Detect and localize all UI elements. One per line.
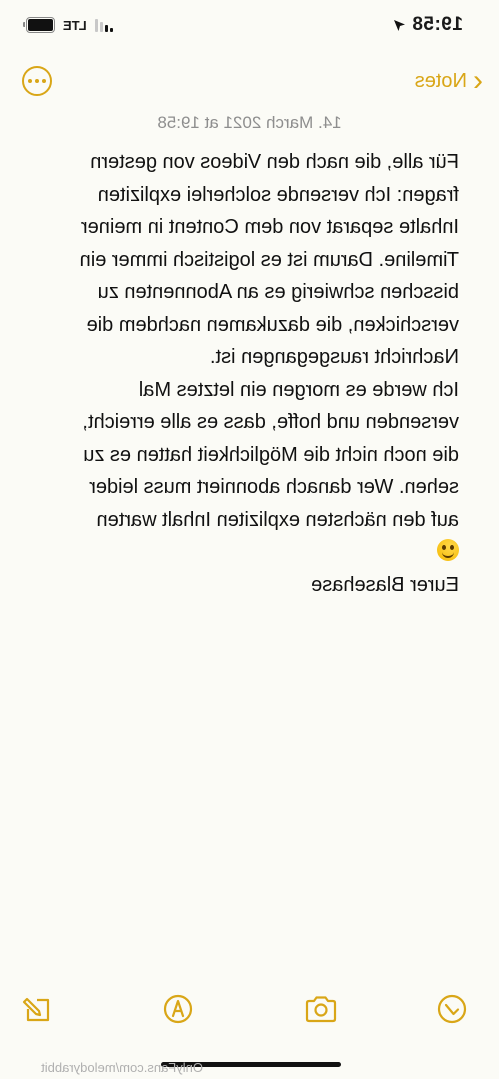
note-line: Inhalte separat von dem Content in meine… <box>81 216 459 238</box>
checklist-icon <box>437 994 467 1024</box>
note-line: Ich werde es morgen ein letztes Mal <box>138 378 459 401</box>
status-bar: 19:58 LTE <box>0 0 499 52</box>
more-options-button[interactable] <box>22 66 52 96</box>
cellular-signal-icon <box>94 18 113 32</box>
back-label: Notes <box>414 69 467 92</box>
checklist-button[interactable] <box>435 992 469 1026</box>
note-line: versenden und hoffe, dass es alle erreic… <box>82 411 459 433</box>
note-line: die noch nicht die Möglichkeit hatten es… <box>83 443 459 466</box>
note-timestamp: 14. March 2021 at 19:58 <box>157 113 342 132</box>
network-type: LTE <box>63 17 87 33</box>
note-signature: Eurer Blasehase <box>311 573 459 596</box>
emoji-line <box>27 536 459 569</box>
ellipsis-circle-icon <box>42 79 46 83</box>
note-line: sehen. Wer danach abonniert muss leider <box>89 476 459 498</box>
note-line: Nachricht rausgegangen ist. <box>209 346 459 368</box>
camera-button[interactable] <box>304 992 338 1026</box>
status-time: 19:58 <box>393 14 463 36</box>
notes-screen: 19:58 LTE ‹ Notes 14. March 2021 at 19:5… <box>0 0 499 1079</box>
note-line: fragen: Ich versende solcherlei explizit… <box>97 183 459 206</box>
note-line: bisschen schwierig es an Abonnenten zu <box>97 281 459 303</box>
watermark: OnlyFans.com/melodyrabbit <box>41 1060 203 1075</box>
chevron-left-icon: ‹ <box>473 64 483 97</box>
ellipsis-dot <box>35 79 39 83</box>
location-arrow-icon <box>393 19 405 31</box>
note-line: auf den nächsten expliziten Inhalt warte… <box>96 508 459 531</box>
note-line: Für alle, die nach den Videos von gester… <box>90 151 459 173</box>
compose-icon <box>22 997 50 1022</box>
ellipsis-dot <box>28 79 32 83</box>
compose-button[interactable] <box>20 992 54 1026</box>
clock-text: 19:58 <box>411 14 463 35</box>
note-line: Timeline. Darum ist es logistisch immer … <box>79 248 459 271</box>
back-button[interactable]: ‹ Notes <box>414 64 483 97</box>
markup-button[interactable] <box>161 992 195 1026</box>
camera-icon <box>305 996 337 1023</box>
note-line: verschicken, die dazukamen nachdem die <box>86 313 459 336</box>
smiling-face-emoji <box>437 539 459 561</box>
status-indicators: LTE <box>23 17 113 33</box>
battery-icon <box>23 17 55 33</box>
note-body[interactable]: Für alle, die nach den Videos von gester… <box>27 146 459 601</box>
markup-pen-icon <box>163 994 193 1024</box>
